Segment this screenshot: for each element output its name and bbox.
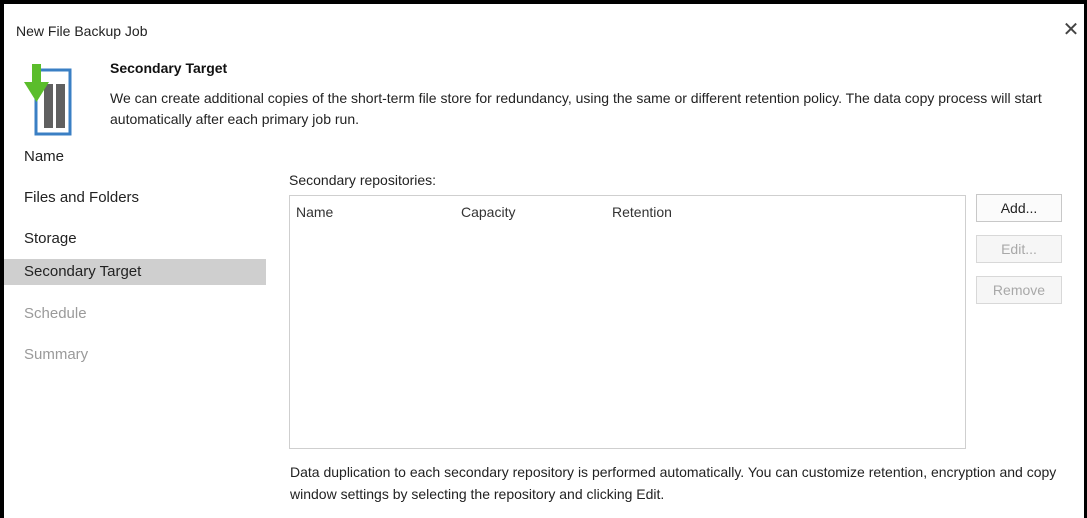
title-bar: New File Backup Job ✕ xyxy=(4,4,1084,42)
remove-button: Remove xyxy=(976,276,1062,304)
column-header-retention[interactable]: Retention xyxy=(612,204,672,220)
step-secondary-target[interactable]: Secondary Target xyxy=(4,259,266,285)
step-files-and-folders[interactable]: Files and Folders xyxy=(4,185,266,211)
column-header-name[interactable]: Name xyxy=(296,204,333,220)
info-note: Data duplication to each secondary repos… xyxy=(290,464,1057,502)
step-summary: Summary xyxy=(24,346,89,363)
close-icon[interactable]: ✕ xyxy=(1060,20,1082,42)
add-button[interactable]: Add... xyxy=(976,194,1062,222)
window-title: New File Backup Job xyxy=(16,23,148,39)
edit-button: Edit... xyxy=(976,235,1062,263)
secondary-repositories-label: Secondary repositories: xyxy=(289,172,437,188)
step-storage[interactable]: Storage xyxy=(4,226,266,252)
wizard-window: New File Backup Job ✕ Secondary Target W… xyxy=(0,0,1087,518)
page-title: Secondary Target xyxy=(110,60,228,76)
column-header-capacity[interactable]: Capacity xyxy=(461,204,515,220)
page-description: We can create additional copies of the s… xyxy=(110,90,1042,127)
backup-job-icon xyxy=(24,64,72,136)
step-name[interactable]: Name xyxy=(4,144,266,170)
repositories-list[interactable]: Name Capacity Retention xyxy=(289,195,966,449)
step-schedule: Schedule xyxy=(24,305,87,322)
